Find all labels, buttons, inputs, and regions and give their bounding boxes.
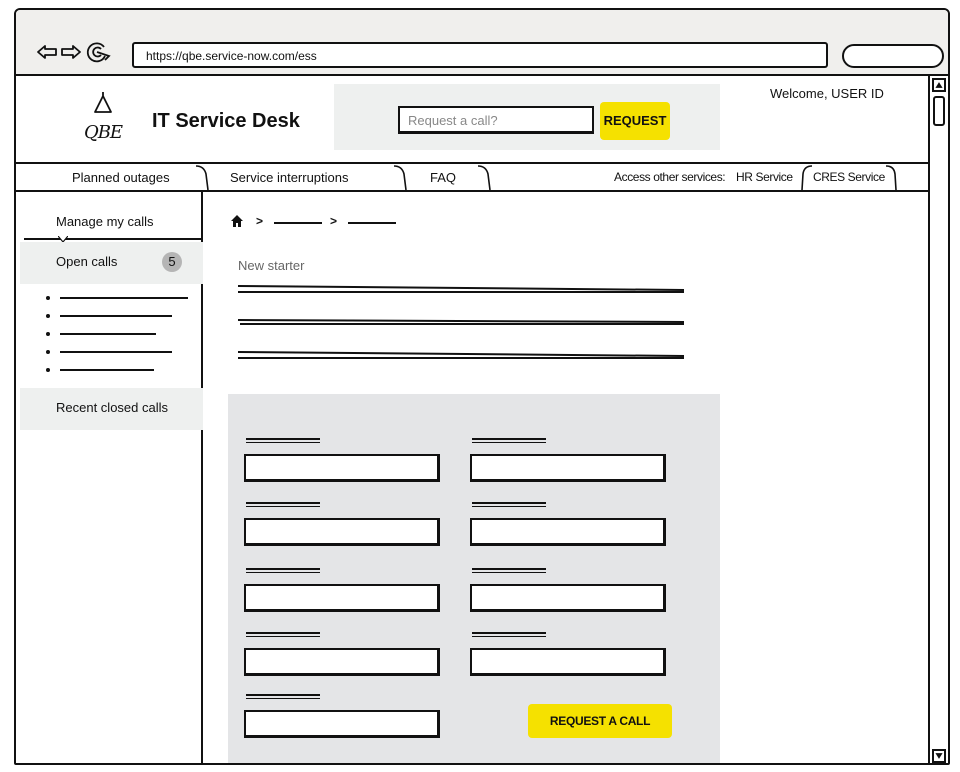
- field-label: [246, 694, 320, 700]
- form-input[interactable]: [244, 710, 440, 738]
- placeholder-line: [60, 369, 154, 371]
- form-field: [470, 438, 666, 488]
- browser-nav: [36, 40, 112, 64]
- field-label: [246, 632, 320, 638]
- nav-tabs: Planned outages Service interruptions FA…: [16, 164, 930, 192]
- sidebar-item-open-calls[interactable]: Open calls 5: [20, 242, 203, 284]
- sidebar-item-manage-calls[interactable]: Manage my calls: [56, 214, 154, 229]
- vertical-scrollbar[interactable]: [928, 76, 948, 763]
- tab-service-interruptions[interactable]: Service interruptions: [230, 164, 349, 190]
- bullet-icon: [46, 332, 50, 336]
- placeholder-line: [60, 297, 188, 299]
- breadcrumb-separator-icon: >: [330, 214, 338, 228]
- scroll-up-arrow-icon[interactable]: [932, 78, 946, 92]
- form-input[interactable]: [470, 454, 666, 482]
- form-field: [470, 632, 666, 682]
- sidebar: Manage my calls Open calls 5 Recent clos…: [16, 192, 203, 763]
- form-field: [244, 568, 440, 618]
- open-calls-count-badge: 5: [162, 252, 182, 272]
- breadcrumb-separator-icon: >: [256, 214, 264, 228]
- sidebar-item-recent-closed-calls[interactable]: Recent closed calls: [20, 388, 203, 430]
- field-label: [246, 568, 320, 574]
- request-button[interactable]: REQUEST: [600, 102, 670, 140]
- refresh-icon[interactable]: [84, 40, 112, 64]
- browser-window: https://qbe.service-now.com/ess QBE IT S…: [14, 8, 950, 765]
- breadcrumb-item[interactable]: [348, 222, 396, 224]
- home-icon[interactable]: [230, 214, 244, 228]
- field-label: [472, 502, 546, 508]
- logo-text: QBE: [83, 122, 123, 143]
- placeholder-line: [60, 315, 172, 317]
- forward-arrow-icon[interactable]: [60, 43, 82, 61]
- scroll-down-arrow-icon[interactable]: [932, 749, 946, 763]
- list-item[interactable]: [46, 290, 196, 308]
- description-placeholder-lines: [237, 285, 685, 359]
- page-viewport: QBE IT Service Desk Request a call? REQU…: [16, 76, 930, 763]
- tab-divider: [886, 165, 897, 190]
- url-bar[interactable]: https://qbe.service-now.com/ess: [132, 42, 828, 68]
- site-header: QBE IT Service Desk Request a call? REQU…: [16, 76, 930, 164]
- form-field: [470, 502, 666, 552]
- scroll-thumb[interactable]: [933, 96, 945, 126]
- qbe-logo: QBE: [80, 90, 126, 148]
- breadcrumb-item[interactable]: [274, 222, 322, 224]
- bullet-icon: [46, 296, 50, 300]
- form-field: [470, 568, 666, 618]
- sidebar-divider: [24, 238, 202, 240]
- field-label: [472, 568, 546, 574]
- welcome-text: Welcome, USER ID: [770, 86, 884, 101]
- site-title: IT Service Desk: [152, 110, 300, 132]
- request-form: REQUEST A CALL: [228, 394, 720, 763]
- browser-chrome: https://qbe.service-now.com/ess: [16, 10, 948, 76]
- tab-divider: [196, 165, 209, 190]
- list-item[interactable]: [46, 326, 196, 344]
- back-arrow-icon[interactable]: [36, 43, 58, 61]
- tab-hr-service[interactable]: HR Service: [736, 164, 793, 190]
- bullet-icon: [46, 368, 50, 372]
- recent-closed-calls-label: Recent closed calls: [56, 400, 168, 415]
- field-label: [472, 438, 546, 444]
- request-search-input[interactable]: Request a call?: [398, 106, 594, 134]
- field-label: [246, 438, 320, 444]
- form-field: [244, 438, 440, 488]
- bell-icon: [94, 92, 112, 113]
- form-input[interactable]: [244, 584, 440, 612]
- bullet-icon: [46, 350, 50, 354]
- browser-search-field[interactable]: [842, 44, 944, 68]
- tab-planned-outages[interactable]: Planned outages: [72, 164, 170, 190]
- request-a-call-button[interactable]: REQUEST A CALL: [528, 704, 672, 738]
- tab-divider: [478, 165, 491, 190]
- form-input[interactable]: [244, 648, 440, 676]
- list-item[interactable]: [46, 308, 196, 326]
- placeholder-line: [60, 333, 156, 335]
- list-item[interactable]: [46, 362, 196, 380]
- access-other-services-label: Access other services:: [614, 170, 726, 184]
- tab-divider: [394, 165, 407, 190]
- tab-faq[interactable]: FAQ: [430, 164, 456, 190]
- page-title: New starter: [238, 258, 305, 273]
- form-input[interactable]: [470, 518, 666, 546]
- form-input[interactable]: [244, 518, 440, 546]
- field-label: [472, 632, 546, 638]
- placeholder-line: [60, 351, 172, 353]
- form-field: [244, 632, 440, 682]
- form-input[interactable]: [470, 584, 666, 612]
- form-field: [244, 502, 440, 552]
- field-label: [246, 502, 320, 508]
- tab-divider: [801, 165, 813, 190]
- list-item[interactable]: [46, 344, 196, 362]
- bullet-icon: [46, 314, 50, 318]
- open-calls-label: Open calls: [56, 254, 118, 269]
- tab-cres-service[interactable]: CRES Service: [813, 164, 885, 190]
- form-input[interactable]: [470, 648, 666, 676]
- open-calls-list: [46, 290, 196, 380]
- request-search-box: Request a call? REQUEST: [334, 84, 720, 150]
- form-input[interactable]: [244, 454, 440, 482]
- form-field: [244, 694, 440, 744]
